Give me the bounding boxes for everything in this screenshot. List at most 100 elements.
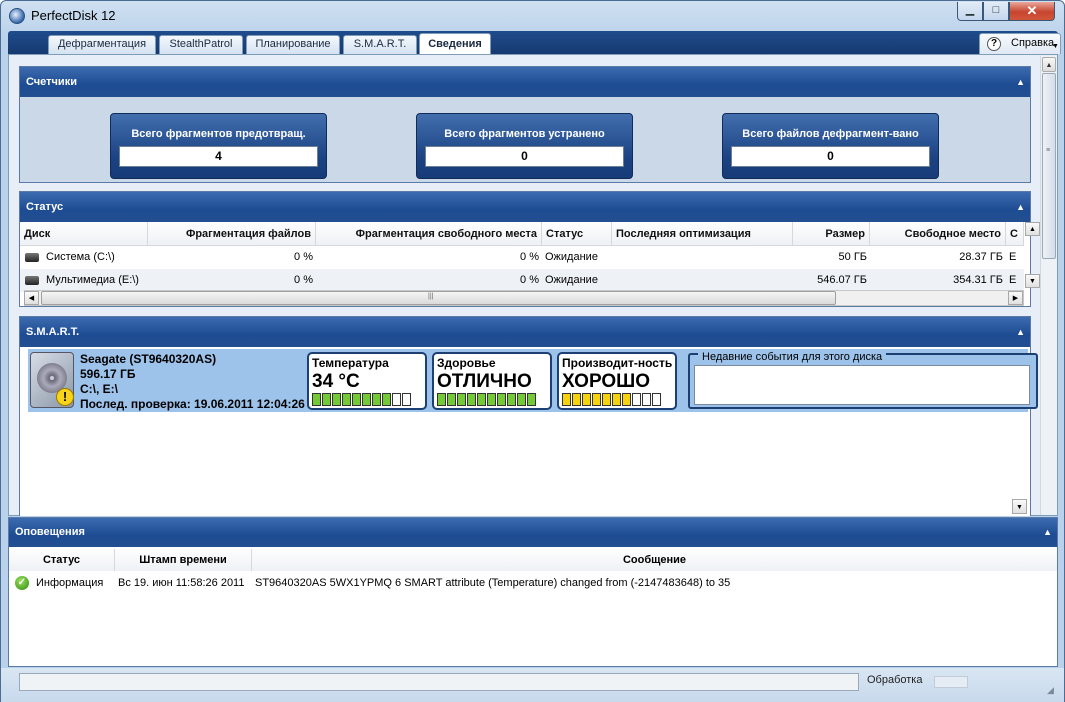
level-segment: [382, 393, 391, 406]
maximize-button[interactable]: □: [983, 2, 1009, 21]
status-table: Диск Фрагментация файлов Фрагментация св…: [20, 222, 1040, 306]
scroll-grip-icon: |||: [428, 293, 434, 300]
cell-free-frag: 0 %: [520, 251, 539, 263]
level-segment: [392, 393, 401, 406]
table-row[interactable]: Система (C:\) 0 % 0 % Ожидание 50 ГБ 28.…: [20, 246, 1024, 269]
disk-last-check: Послед. проверка: 19.06.2011 12:04:26: [80, 397, 305, 411]
column-header-free-space[interactable]: Свободное место: [870, 222, 1006, 246]
column-header-timestamp[interactable]: Штамп времени: [115, 549, 252, 571]
help-icon: ?: [987, 37, 1001, 51]
column-header-message[interactable]: Сообщение: [252, 549, 1057, 571]
status-vertical-scrollbar[interactable]: ▲ ▼: [1025, 222, 1042, 290]
tab-scheduling[interactable]: Планирование: [246, 35, 340, 54]
scroll-thumb[interactable]: [41, 291, 836, 305]
scroll-left-arrow[interactable]: ◀: [24, 291, 39, 305]
cell-size: 546.07 ГБ: [817, 274, 867, 286]
close-button[interactable]: ✕: [1009, 2, 1055, 21]
disk-model: Seagate (ST9640320AS): [80, 352, 217, 366]
tab-defragmentation[interactable]: Дефрагментация: [48, 35, 156, 54]
cell-free-space: 28.37 ГБ: [959, 251, 1003, 263]
level-segment: [447, 393, 456, 406]
level-segment: [652, 393, 661, 406]
level-segment: [352, 393, 361, 406]
column-header-status[interactable]: Статус: [542, 222, 612, 246]
status-horizontal-scrollbar[interactable]: ◀ ||| ▶: [24, 290, 1024, 306]
cell-status: Ожидание: [545, 274, 598, 286]
recent-events-list[interactable]: [694, 365, 1030, 405]
metric-performance: Производит-ность ХОРОШО: [557, 352, 677, 410]
hard-drive-icon: [25, 276, 39, 285]
scroll-down-arrow[interactable]: ▼: [1025, 274, 1040, 288]
column-header-last-opt[interactable]: Последняя оптимизация: [612, 222, 793, 246]
status-label: Обработка: [867, 674, 923, 686]
scroll-up-arrow[interactable]: ▲: [1025, 222, 1040, 236]
level-segment: [527, 393, 536, 406]
smart-panel: S.M.A.R.T. ▲ ! Seagate (ST9640320AS) 596…: [19, 316, 1038, 516]
help-button[interactable]: ? Справка ▼: [979, 33, 1061, 54]
collapse-icon[interactable]: ▲: [1043, 518, 1052, 547]
column-header-file-frag[interactable]: Фрагментация файлов: [148, 222, 316, 246]
scroll-right-arrow[interactable]: ▶: [1008, 291, 1023, 305]
cell-disk: Система (C:\): [46, 251, 115, 263]
collapse-icon[interactable]: ▲: [1016, 317, 1025, 347]
table-row[interactable]: Мультимедиа (E:\) 0 % 0 % Ожидание 546.0…: [20, 269, 1024, 292]
metric-level-bar: [562, 393, 661, 406]
notification-row[interactable]: ✓ Информация Вс 19. июн 11:58:26 2011 ST…: [9, 572, 1057, 594]
metric-label: Производит-ность: [562, 356, 673, 370]
column-header-size[interactable]: Размер: [793, 222, 870, 246]
metric-label: Температура: [312, 356, 389, 370]
tab-bar: Дефрагментация StealthPatrol Планировани…: [8, 31, 1061, 54]
tab-stealthpatrol[interactable]: StealthPatrol: [159, 35, 243, 54]
smart-header[interactable]: S.M.A.R.T. ▲: [20, 317, 1030, 347]
counters-panel: Счетчики ▲ Всего фрагментов предотвращ. …: [19, 66, 1031, 183]
tab-info[interactable]: Сведения: [419, 33, 491, 54]
main-vertical-scrollbar[interactable]: ▲ ≡: [1040, 56, 1057, 515]
metric-value: ХОРОШО: [562, 371, 651, 392]
notifications-title: Оповещения: [15, 526, 85, 538]
level-segment: [402, 393, 411, 406]
counter-prevented: Всего фрагментов предотвращ. 4: [110, 113, 327, 179]
scroll-up-arrow[interactable]: ▲: [1042, 57, 1056, 72]
level-segment: [477, 393, 486, 406]
metric-value: 34 °C: [312, 371, 360, 392]
level-segment: [612, 393, 621, 406]
counter-label: Всего фрагментов устранено: [444, 128, 605, 140]
collapse-icon[interactable]: ▲: [1016, 67, 1025, 97]
level-segment: [517, 393, 526, 406]
level-segment: [437, 393, 446, 406]
status-header[interactable]: Статус ▲: [20, 192, 1030, 222]
cell-extra: Е: [1009, 251, 1017, 263]
notifications-header[interactable]: Оповещения ▲: [9, 518, 1057, 547]
counters-header[interactable]: Счетчики ▲: [20, 67, 1030, 97]
cell-extra: Е: [1009, 274, 1017, 286]
level-segment: [582, 393, 591, 406]
level-segment: [342, 393, 351, 406]
metric-level-bar: [437, 393, 536, 406]
level-segment: [622, 393, 631, 406]
window-title: PerfectDisk 12: [31, 8, 116, 23]
minimize-button[interactable]: ▁: [957, 2, 983, 21]
metric-health: Здоровье ОТЛИЧНО: [432, 352, 552, 410]
column-header-extra[interactable]: С: [1006, 222, 1024, 246]
title-bar[interactable]: PerfectDisk 12 ▁ □ ✕: [1, 1, 1064, 31]
recent-events-title: Недавние события для этого диска: [698, 351, 887, 363]
cell-last-opt: [612, 246, 793, 269]
resize-grip-icon[interactable]: ◢: [1047, 685, 1059, 697]
level-segment: [312, 393, 321, 406]
scroll-thumb[interactable]: [1042, 73, 1056, 259]
column-header-status[interactable]: Статус: [9, 549, 115, 571]
counter-label: Всего файлов дефрагмент-вано: [742, 128, 919, 140]
column-header-free-frag[interactable]: Фрагментация свободного места: [316, 222, 542, 246]
smart-vertical-scrollbar[interactable]: ▼: [1012, 499, 1029, 516]
smart-disk-row[interactable]: ! Seagate (ST9640320AS) 596.17 ГБ C:\, E…: [28, 349, 1038, 412]
cell-file-frag: 0 %: [294, 251, 313, 263]
metric-level-bar: [312, 393, 411, 406]
tab-smart[interactable]: S.M.A.R.T.: [343, 35, 417, 54]
scroll-down-arrow[interactable]: ▼: [1012, 499, 1027, 514]
smart-body: ! Seagate (ST9640320AS) 596.17 ГБ C:\, E…: [20, 347, 1038, 516]
collapse-icon[interactable]: ▲: [1016, 192, 1025, 222]
counter-files-defragmented: Всего файлов дефрагмент-вано 0: [722, 113, 939, 179]
level-segment: [507, 393, 516, 406]
notification-status: Информация: [36, 577, 104, 589]
column-header-disk[interactable]: Диск: [20, 222, 148, 246]
